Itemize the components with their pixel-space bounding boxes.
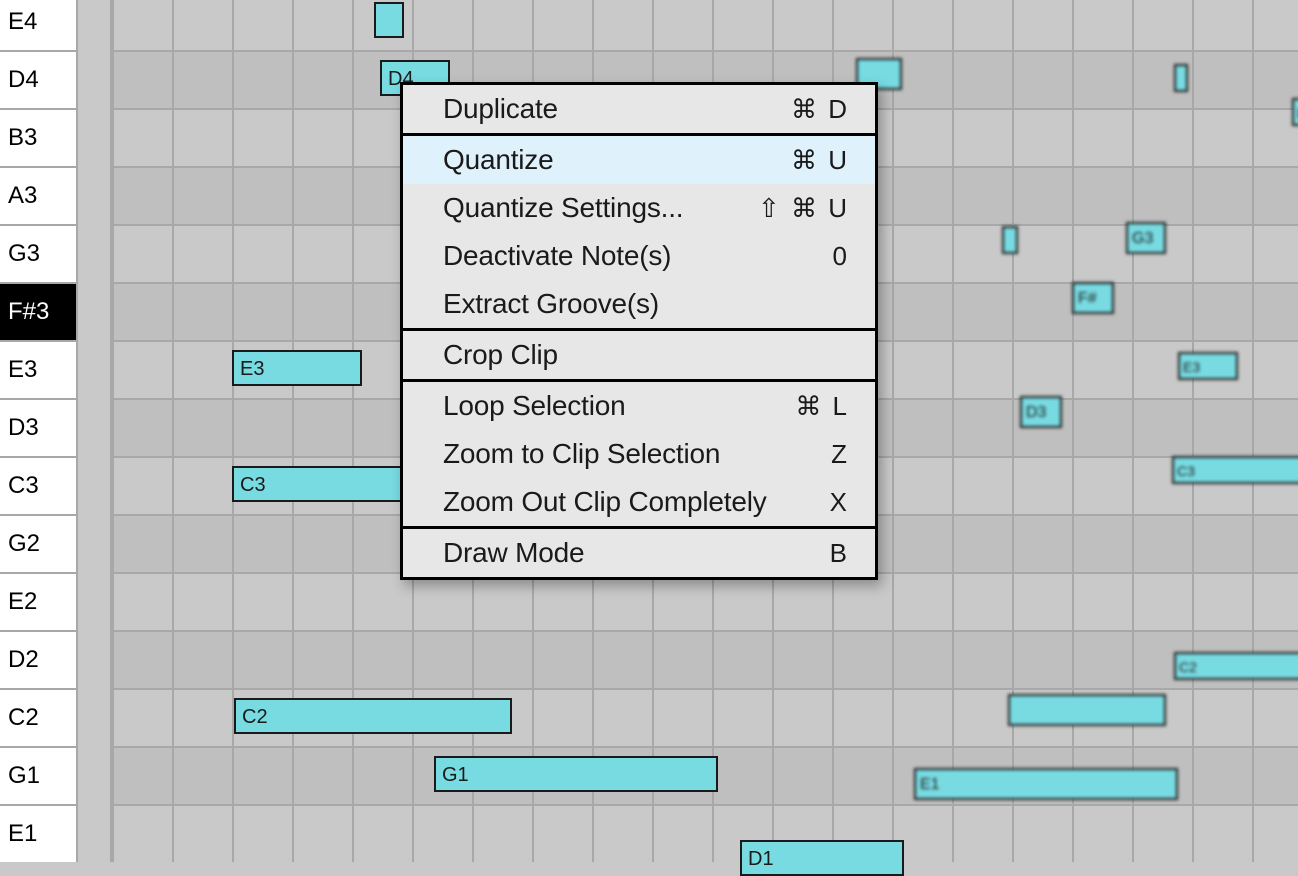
midi-note[interactable] [1002, 226, 1018, 254]
grid-line [1132, 0, 1134, 862]
menu-item-shortcut: Z [831, 439, 849, 470]
menu-item-label: Extract Groove(s) [443, 288, 659, 320]
menu-item-label: Zoom to Clip Selection [443, 438, 720, 470]
menu-item-label: Draw Mode [443, 537, 584, 569]
menu-item-duplicate[interactable]: Duplicate ⌘ D [403, 85, 875, 133]
piano-key[interactable]: C2 [0, 688, 76, 746]
midi-note[interactable]: G1 [434, 756, 718, 792]
grid-line [1192, 0, 1194, 862]
midi-note[interactable]: G3 [1126, 222, 1166, 254]
piano-key[interactable]: C3 [0, 456, 76, 514]
menu-item-shortcut: X [830, 487, 849, 518]
menu-item-shortcut: ⌘ L [795, 391, 849, 422]
midi-note[interactable]: C2 [1174, 652, 1298, 680]
midi-note[interactable]: E1 [914, 768, 1178, 800]
midi-note[interactable]: C2 [234, 698, 512, 734]
midi-note[interactable]: D4 [1292, 98, 1298, 126]
midi-note[interactable] [374, 2, 404, 38]
piano-key[interactable]: E1 [0, 804, 76, 862]
menu-item-label: Loop Selection [443, 390, 625, 422]
menu-item-shortcut: B [830, 538, 849, 569]
grid-line [892, 0, 894, 862]
midi-note[interactable]: F# [1072, 282, 1114, 314]
piano-key[interactable]: E3 [0, 340, 76, 398]
menu-item-label: Duplicate [443, 93, 558, 125]
midi-note[interactable]: C3 [1172, 456, 1298, 484]
grid-line [1252, 0, 1254, 862]
menu-item-label: Quantize [443, 144, 553, 176]
menu-section: Draw Mode B [403, 526, 875, 577]
grid-line [1072, 0, 1074, 862]
piano-keys: E4D4B3A3G3F#3E3D3C3G2E2D2C2G1E1 [0, 0, 78, 862]
piano-key[interactable]: G2 [0, 514, 76, 572]
menu-section: Duplicate ⌘ D [403, 85, 875, 133]
grid-line [952, 0, 954, 862]
piano-key[interactable]: F#3 [0, 282, 76, 340]
menu-item-crop-clip[interactable]: Crop Clip [403, 331, 875, 379]
menu-item-label: Deactivate Note(s) [443, 240, 671, 272]
key-gutter [78, 0, 112, 862]
piano-key[interactable]: D4 [0, 50, 76, 108]
menu-item-label: Quantize Settings... [443, 192, 683, 224]
menu-item-shortcut: ⇧ ⌘ U [758, 193, 849, 224]
menu-item-quantize[interactable]: Quantize ⌘ U [403, 136, 875, 184]
piano-key[interactable]: D2 [0, 630, 76, 688]
piano-key[interactable]: B3 [0, 108, 76, 166]
menu-item-label: Crop Clip [443, 339, 558, 371]
menu-item-shortcut: 0 [833, 241, 849, 272]
piano-key[interactable]: E4 [0, 0, 76, 50]
grid-line [172, 0, 174, 862]
midi-note[interactable]: D3 [1020, 396, 1062, 428]
menu-item-label: Zoom Out Clip Completely [443, 486, 767, 518]
menu-item-extract-groove-s[interactable]: Extract Groove(s) [403, 280, 875, 328]
piano-key[interactable]: G1 [0, 746, 76, 804]
menu-item-zoom-to-clip-selection[interactable]: Zoom to Clip Selection Z [403, 430, 875, 478]
menu-section: Loop Selection⌘ LZoom to Clip SelectionZ… [403, 379, 875, 526]
midi-note[interactable] [1174, 64, 1188, 92]
menu-item-deactivate-note-s[interactable]: Deactivate Note(s) 0 [403, 232, 875, 280]
context-menu: Duplicate ⌘ D Quantize ⌘ U Quantize Settings… [400, 82, 878, 580]
midi-note[interactable]: E3 [1178, 352, 1238, 380]
grid-line [1012, 0, 1014, 862]
menu-item-loop-selection[interactable]: Loop Selection ⌘ L [403, 382, 875, 430]
midi-note[interactable] [1008, 694, 1166, 726]
menu-item-draw-mode[interactable]: Draw Mode B [403, 529, 875, 577]
grid-line [112, 0, 114, 862]
piano-key[interactable]: A3 [0, 166, 76, 224]
menu-item-quantize-settings[interactable]: Quantize Settings... ⇧ ⌘ U [403, 184, 875, 232]
midi-note[interactable]: E3 [232, 350, 362, 386]
midi-note[interactable]: D1 [740, 840, 904, 876]
menu-item-shortcut: ⌘ D [791, 94, 849, 125]
piano-key[interactable]: E2 [0, 572, 76, 630]
menu-item-shortcut: ⌘ U [791, 145, 849, 176]
menu-item-zoom-out-clip-completely[interactable]: Zoom Out Clip Completely X [403, 478, 875, 526]
menu-section: Quantize ⌘ U Quantize Settings... ⇧ ⌘ U Deac… [403, 133, 875, 328]
piano-key[interactable]: D3 [0, 398, 76, 456]
menu-section: Crop Clip [403, 328, 875, 379]
piano-key[interactable]: G3 [0, 224, 76, 282]
